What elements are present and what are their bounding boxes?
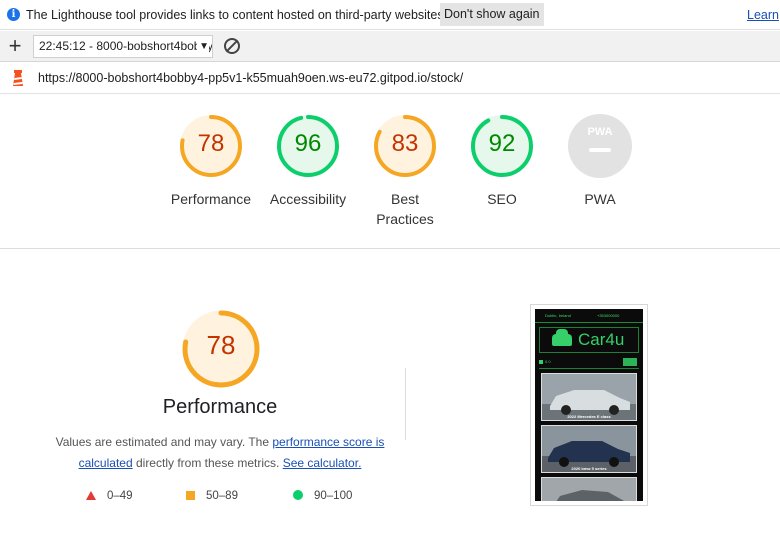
car-icon: [552, 329, 572, 346]
infobar-message: The Lighthouse tool provides links to co…: [26, 8, 448, 22]
report-select-value: 22:45:12 - 8000-bobshort4bobby4: [39, 39, 213, 53]
learn-more-link[interactable]: Learn: [747, 8, 779, 22]
legend-pass-range: 90–100: [314, 490, 353, 502]
thumb-phone: +353000000: [597, 313, 620, 318]
lock-icon: [539, 360, 543, 364]
gauge-label: Best Practices: [376, 191, 434, 227]
gauge-seo[interactable]: 92 SEO: [452, 113, 552, 209]
thumb-logo: Car4u: [539, 327, 639, 353]
description-text: Values are estimated and may vary. The: [55, 435, 273, 449]
plus-icon[interactable]: +: [6, 35, 24, 57]
gauge-label: PWA: [584, 191, 616, 207]
gauge-score: 83: [391, 130, 419, 157]
gauge-score: 96: [294, 130, 322, 157]
category-gauges: 78 Performance 96 Accessibility 83 Best Pract…: [0, 113, 780, 243]
gauge-label: Performance: [170, 191, 252, 207]
gauge-label: Accessibility: [269, 191, 347, 207]
caret-down-icon: ▼: [197, 36, 209, 57]
thumb-card: 2020 bmw 5 series: [541, 425, 637, 473]
lighthouse-toolbar: + 22:45:12 - 8000-bobshort4bobby4 ▼: [0, 31, 780, 62]
thumb-logo-text: Car4u: [578, 330, 625, 349]
description-text-middle: directly from these metrics.: [132, 456, 283, 470]
legend-average-range: 50–89: [206, 490, 238, 502]
gauge-label: SEO: [487, 191, 517, 207]
thumb-menu-button: [623, 358, 637, 366]
page-url: https://8000-bobshort4bobby4-pp5v1-k55mu…: [38, 71, 464, 85]
performance-big-score: 78: [206, 330, 236, 360]
thumb-topbar: Dublin, Ireland +353000000: [535, 309, 643, 323]
gauge-best-practices[interactable]: 83 Best Practices: [355, 113, 455, 229]
report-select[interactable]: 22:45:12 - 8000-bobshort4bobby4 ▼: [33, 35, 213, 58]
gauge-performance[interactable]: 78 Performance: [161, 113, 261, 209]
square-icon: [186, 491, 195, 500]
section-divider: [0, 248, 780, 249]
url-bar: https://8000-bobshort4bobby4-pp5v1-k55mu…: [0, 63, 780, 94]
vertical-separator: [405, 368, 406, 440]
gauge-pwa[interactable]: PWA PWA: [550, 113, 650, 209]
screenshot-image: Dublin, Ireland +353000000 Car4u 0.0 202…: [535, 309, 643, 501]
legend-average: 50–89: [186, 490, 238, 502]
svg-text:PWA: PWA: [587, 126, 612, 138]
block-icon[interactable]: [224, 38, 240, 54]
thumb-location: Dublin, Ireland: [545, 313, 571, 318]
thumb-card-caption: 2020 bmw 5 series: [571, 466, 607, 471]
legend-fail: 0–49: [86, 490, 133, 502]
gauge-score: 78: [197, 130, 225, 157]
triangle-icon: [86, 491, 96, 500]
car-photo-grey: [542, 478, 636, 501]
legend-fail-range: 0–49: [107, 490, 133, 502]
performance-title: Performance: [162, 396, 278, 418]
thumb-navbar: 0.0: [539, 357, 639, 369]
performance-description: Values are estimated and may vary. The p…: [50, 432, 390, 474]
infobar: i The Lighthouse tool provides links to …: [0, 0, 780, 30]
info-icon: i: [7, 8, 20, 21]
thumb-card-caption: 2022 Mercedes E class: [567, 414, 611, 419]
circle-icon: [293, 490, 303, 500]
legend-pass: 90–100: [293, 490, 352, 502]
dont-show-again-button[interactable]: Don't show again: [440, 3, 544, 26]
thumb-card: [541, 477, 637, 501]
thumb-card: 2022 Mercedes E class: [541, 373, 637, 421]
final-screenshot[interactable]: Dublin, Ireland +353000000 Car4u 0.0 202…: [530, 304, 648, 506]
lighthouse-icon: [13, 70, 23, 86]
thumb-bar-text: 0.0: [545, 359, 551, 364]
see-calculator-link[interactable]: See calculator.: [283, 456, 362, 470]
gauge-accessibility[interactable]: 96 Accessibility: [258, 113, 358, 209]
gauge-score: 92: [488, 130, 516, 157]
pwa-badge-icon: PWA: [568, 114, 632, 178]
